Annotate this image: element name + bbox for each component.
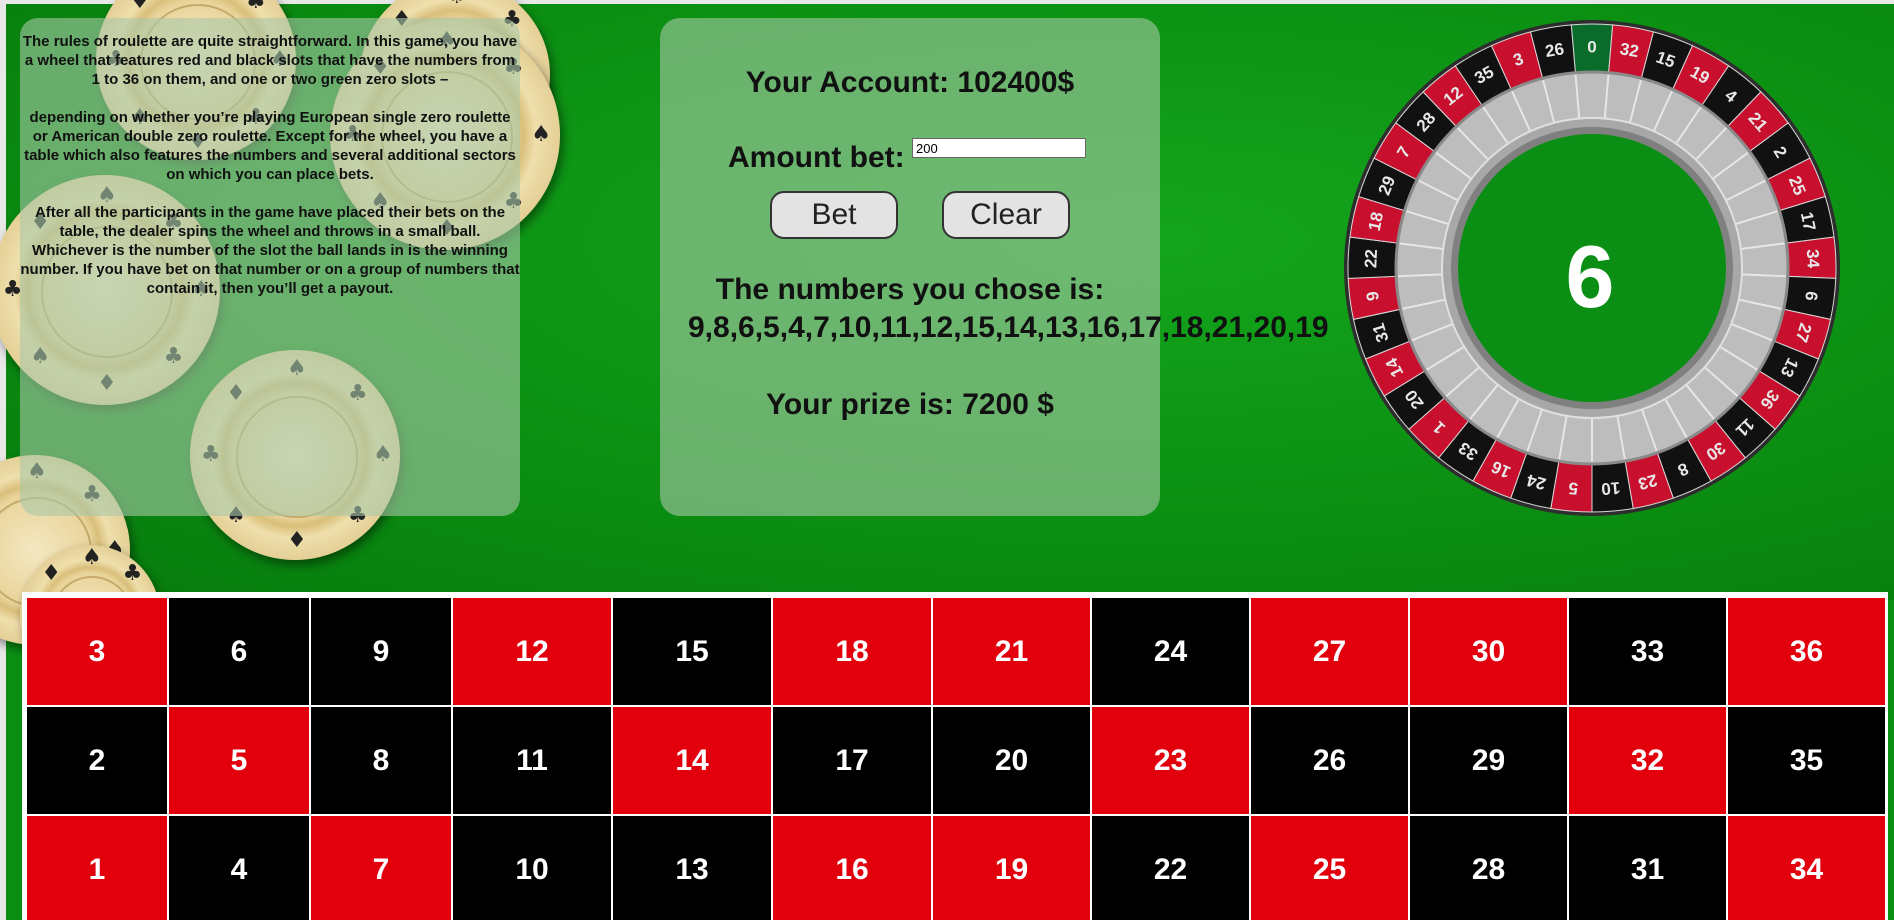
wheel-slot-number: 26 <box>1544 39 1566 61</box>
prize-text: Your prize is: 7200 $ <box>766 388 1054 421</box>
board-cell-11[interactable]: 11 <box>453 707 611 814</box>
rules-paragraph-3: After all the participants in the game h… <box>20 204 520 297</box>
chip-suit-icon: ♦ <box>41 561 62 587</box>
rules-panel: The rules of roulette are quite straight… <box>20 18 520 516</box>
wheel-slot-number: 22 <box>1361 249 1381 269</box>
bet-amount-input[interactable] <box>912 138 1086 158</box>
betting-grid: 3 6 9 12 15 18 21 24 27 30 33 36 2 5 8 11 14 17 20 23 26 29 32… <box>27 598 1885 920</box>
board-cell-25[interactable]: 25 <box>1251 816 1408 920</box>
chosen-numbers-label: The numbers you chose is: <box>715 273 1105 306</box>
board-cell-18[interactable]: 18 <box>773 598 931 705</box>
board-cell-20[interactable]: 20 <box>933 707 1090 814</box>
board-cell-35[interactable]: 35 <box>1728 707 1885 814</box>
board-cell-17[interactable]: 17 <box>773 707 931 814</box>
wheel-slot-number: 17 <box>1797 210 1820 233</box>
board-cell-26[interactable]: 26 <box>1251 707 1408 814</box>
board-cell-5[interactable]: 5 <box>169 707 309 814</box>
board-cell-24[interactable]: 24 <box>1092 598 1249 705</box>
board-cell-31[interactable]: 31 <box>1569 816 1726 920</box>
chip-suit-icon: ♠ <box>447 0 467 9</box>
betting-board: 3 6 9 12 15 18 21 24 27 30 33 36 2 5 8 11 14 17 20 23 26 29 32… <box>22 592 1888 920</box>
rules-paragraph-2: depending on whether you’re playing Euro… <box>24 109 516 183</box>
rules-paragraph-1: The rules of roulette are quite straight… <box>22 33 518 88</box>
board-cell-29[interactable]: 29 <box>1410 707 1567 814</box>
game-panel: Your Account: 102400$ Amount bet: Bet Cl… <box>660 18 1329 516</box>
wheel-slot-number: 18 <box>1365 210 1388 233</box>
bet-button[interactable]: Bet <box>770 191 898 239</box>
board-cell-6[interactable]: 6 <box>169 598 309 705</box>
chosen-numbers-values: 9,8,6,5,4,7,10,11,12,15,14,13,16,17,18,2… <box>688 311 1329 344</box>
board-cell-10[interactable]: 10 <box>453 816 611 920</box>
board-cell-3[interactable]: 3 <box>27 598 167 705</box>
wheel-slot-number: 0 <box>1587 37 1596 56</box>
chip-suit-icon: ♣ <box>245 0 266 15</box>
board-cell-8[interactable]: 8 <box>311 707 451 814</box>
board-cell-13[interactable]: 13 <box>613 816 771 920</box>
winning-number: 6 <box>1565 227 1615 326</box>
clear-button[interactable]: Clear <box>942 191 1070 239</box>
wheel-slot-number: 5 <box>1568 478 1579 498</box>
board-cell-30[interactable]: 30 <box>1410 598 1567 705</box>
board-cell-7[interactable]: 7 <box>311 816 451 920</box>
chip-suit-icon: ♦ <box>130 0 150 15</box>
board-cell-9[interactable]: 9 <box>311 598 451 705</box>
board-cell-32[interactable]: 32 <box>1569 707 1726 814</box>
board-cell-19[interactable]: 19 <box>933 816 1090 920</box>
board-cell-22[interactable]: 22 <box>1092 816 1249 920</box>
account-balance: Your Account: 102400$ <box>745 66 1075 99</box>
board-cell-1[interactable]: 1 <box>27 816 167 920</box>
wheel-slot-number: 34 <box>1803 249 1823 269</box>
board-cell-21[interactable]: 21 <box>933 598 1090 705</box>
board-cell-34[interactable]: 34 <box>1728 816 1885 920</box>
board-cell-12[interactable]: 12 <box>453 598 611 705</box>
board-cell-15[interactable]: 15 <box>613 598 771 705</box>
board-cell-23[interactable]: 23 <box>1092 707 1249 814</box>
board-cell-36[interactable]: 36 <box>1728 598 1885 705</box>
wheel-slot-number: 32 <box>1618 39 1640 61</box>
rules-text: The rules of roulette are quite straight… <box>20 32 520 317</box>
wheel-slot-number: 10 <box>1601 478 1621 499</box>
chip-suit-icon: ♠ <box>82 544 102 570</box>
chip-suit-icon: ♦ <box>287 528 307 554</box>
chip-suit-icon: ♠ <box>531 122 552 147</box>
board-cell-28[interactable]: 28 <box>1410 816 1567 920</box>
bet-amount-label: Amount bet: <box>728 141 905 174</box>
chip-suit-icon: ♣ <box>122 561 143 587</box>
board-cell-4[interactable]: 4 <box>169 816 309 920</box>
board-cell-16[interactable]: 16 <box>773 816 931 920</box>
board-cell-14[interactable]: 14 <box>613 707 771 814</box>
board-cell-33[interactable]: 33 <box>1569 598 1726 705</box>
board-cell-2[interactable]: 2 <box>27 707 167 814</box>
top-border <box>0 0 1894 4</box>
board-cell-27[interactable]: 27 <box>1251 598 1408 705</box>
